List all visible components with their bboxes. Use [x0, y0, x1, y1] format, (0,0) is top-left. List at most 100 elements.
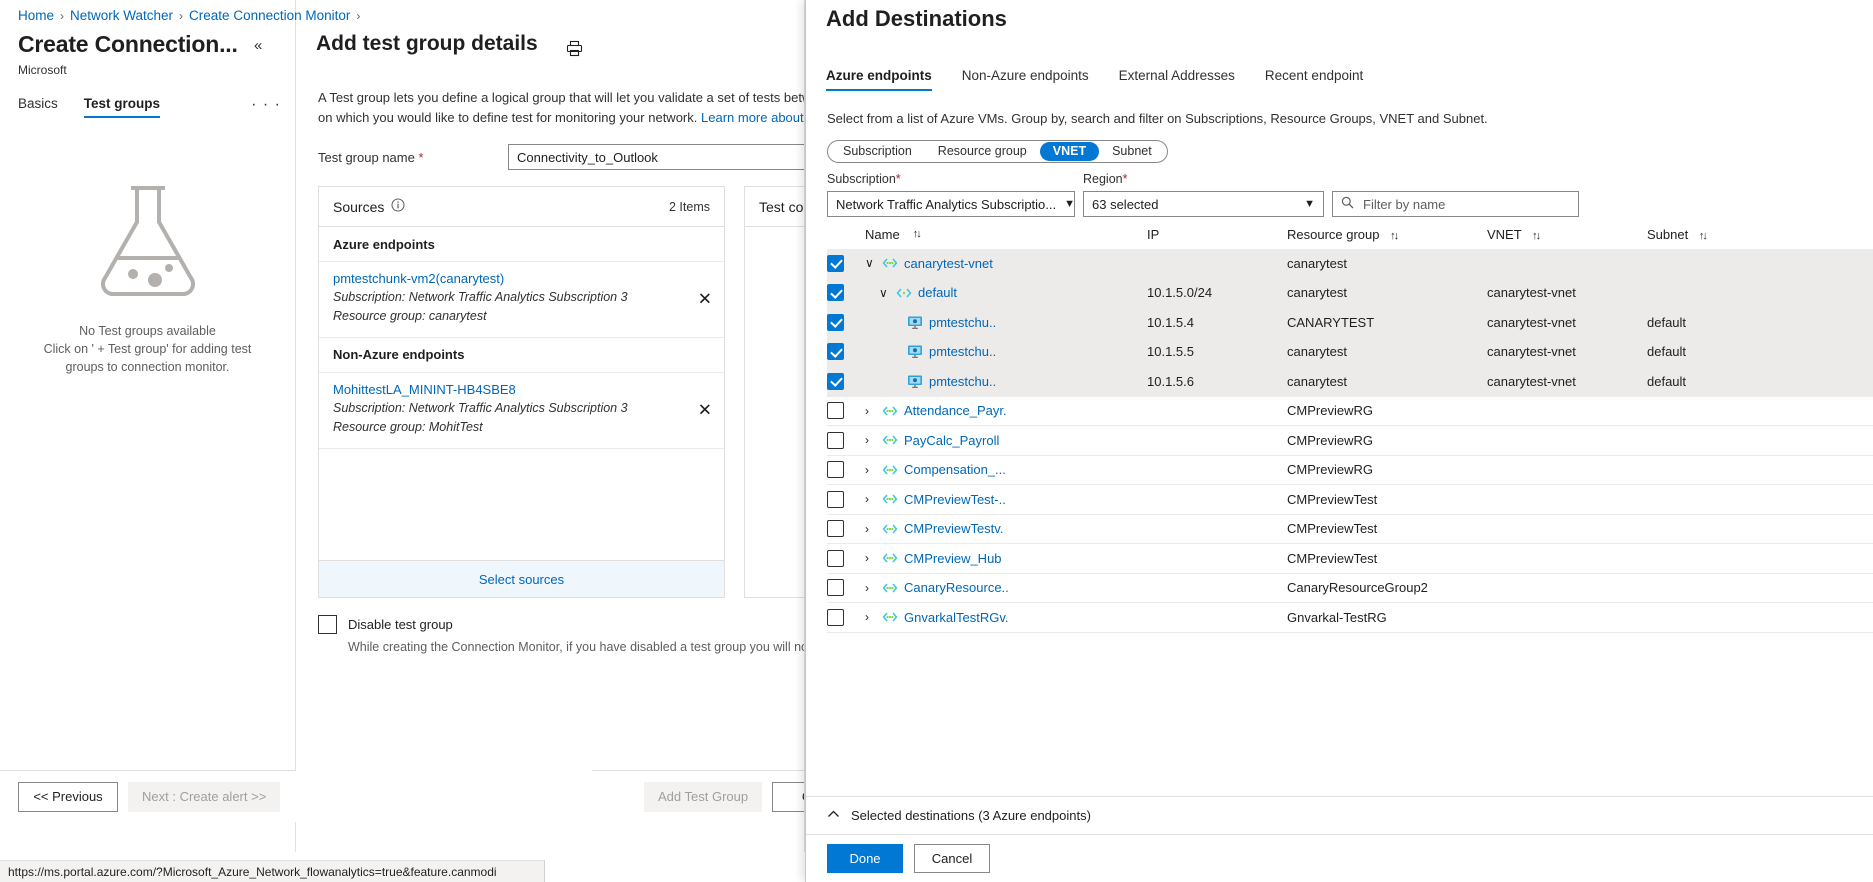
pivot-subnet[interactable]: Subnet [1099, 142, 1165, 161]
row-name-link[interactable]: default [918, 285, 957, 300]
table-row[interactable]: ›Attendance_Payr.CMPreviewRG [827, 397, 1873, 427]
chevron-right-icon[interactable]: › [865, 610, 876, 624]
grid-header-name[interactable]: Name ↑↓ [865, 227, 1147, 242]
tab-recent-endpoint[interactable]: Recent endpoint [1265, 68, 1363, 91]
row-vnet-cell: canarytest-vnet [1487, 285, 1647, 300]
sort-updown-icon[interactable]: ↑↓ [1532, 230, 1539, 242]
row-name-link[interactable]: CMPreviewTestv. [904, 521, 1003, 536]
filter-by-name-box[interactable] [1332, 191, 1579, 217]
grid-header-vnet[interactable]: VNET ↑↓ [1487, 227, 1647, 242]
pivot-resource-group[interactable]: Resource group [925, 142, 1040, 161]
row-checkbox[interactable] [827, 609, 844, 626]
grid-header-subnet[interactable]: Subnet ↑↓ [1647, 227, 1767, 242]
table-row[interactable]: ›PayCalc_PayrollCMPreviewRG [827, 426, 1873, 456]
row-checkbox[interactable] [827, 373, 844, 390]
search-icon [1341, 196, 1354, 212]
row-vnet-cell: canarytest-vnet [1487, 374, 1647, 389]
required-asterisk: * [896, 172, 901, 186]
previous-button[interactable]: << Previous [18, 782, 118, 812]
row-name-link[interactable]: Compensation_... [904, 462, 1006, 477]
row-name-link[interactable]: pmtestchu.. [929, 315, 996, 330]
select-sources-button[interactable]: Select sources [319, 560, 724, 597]
table-row[interactable]: ›Compensation_...CMPreviewRG [827, 456, 1873, 486]
row-name-link[interactable]: GnvarkalTestRGv. [904, 610, 1009, 625]
test-group-name-input[interactable] [508, 144, 805, 170]
row-checkbox[interactable] [827, 284, 844, 301]
sort-updown-icon[interactable]: ↑↓ [1699, 230, 1706, 242]
row-checkbox[interactable] [827, 461, 844, 478]
filter-by-name-input[interactable] [1361, 196, 1570, 213]
row-name-link[interactable]: pmtestchu.. [929, 344, 996, 359]
table-row[interactable]: pmtestchu..10.1.5.6canarytestcanarytest-… [827, 367, 1873, 397]
done-button[interactable]: Done [827, 844, 903, 873]
table-row[interactable]: pmtestchu..10.1.5.4CANARYTESTcanarytest-… [827, 308, 1873, 338]
remove-source-icon[interactable]: ✕ [698, 402, 712, 419]
row-checkbox[interactable] [827, 550, 844, 567]
row-name-link[interactable]: CanaryResource.. [904, 580, 1009, 595]
page-subtitle: Microsoft [18, 63, 67, 77]
chevron-right-icon[interactable]: › [865, 492, 876, 506]
chevron-double-left-icon[interactable]: « [254, 38, 262, 53]
row-name-link[interactable]: CMPreviewTest-.. [904, 492, 1006, 507]
source-endpoint-resource-group: Resource group: canarytest [333, 307, 680, 326]
chevron-down-icon[interactable]: ∨ [879, 286, 890, 300]
row-checkbox[interactable] [827, 491, 844, 508]
row-checkbox[interactable] [827, 579, 844, 596]
remove-source-icon[interactable]: ✕ [698, 291, 712, 308]
cancel-button[interactable]: Cancel [772, 782, 805, 812]
table-row[interactable]: ›CMPreviewTest-..CMPreviewTest [827, 485, 1873, 515]
source-endpoint-name[interactable]: MohittestLA_MININT-HB4SBE8 [333, 382, 680, 397]
breadcrumb-item-network-watcher[interactable]: Network Watcher [70, 8, 173, 23]
row-checkbox[interactable] [827, 343, 844, 360]
source-endpoint-name[interactable]: pmtestchunk-vm2(canarytest) [333, 271, 680, 286]
row-checkbox[interactable] [827, 255, 844, 272]
breadcrumb-item-home[interactable]: Home [18, 8, 54, 23]
grid-header-resource-group[interactable]: Resource group ↑↓ [1287, 227, 1487, 242]
learn-more-link[interactable]: Learn more about tes [701, 110, 805, 125]
table-row[interactable]: ∨default10.1.5.0/24canarytestcanarytest-… [827, 279, 1873, 309]
sort-updown-icon[interactable]: ↑↓ [913, 228, 920, 240]
disable-test-group-checkbox[interactable] [318, 615, 337, 634]
chevron-down-icon[interactable]: ∨ [865, 256, 876, 270]
chevron-right-icon[interactable]: › [865, 404, 876, 418]
panel-cancel-button[interactable]: Cancel [914, 844, 990, 873]
subscription-dropdown[interactable]: Network Traffic Analytics Subscriptio...… [827, 191, 1075, 217]
table-row[interactable]: ›CMPreview_HubCMPreviewTest [827, 544, 1873, 574]
row-name-link[interactable]: Attendance_Payr. [904, 403, 1007, 418]
table-row[interactable]: pmtestchu..10.1.5.5canarytestcanarytest-… [827, 338, 1873, 368]
table-row[interactable]: ›GnvarkalTestRGv.Gnvarkal-TestRG [827, 603, 1873, 633]
vm-icon [907, 374, 923, 389]
row-name-link[interactable]: PayCalc_Payroll [904, 433, 999, 448]
row-name-link[interactable]: pmtestchu.. [929, 374, 996, 389]
row-name-link[interactable]: canarytest-vnet [904, 256, 993, 271]
selected-destinations-bar[interactable]: Selected destinations (3 Azure endpoints… [806, 796, 1873, 834]
chevron-right-icon[interactable]: › [865, 522, 876, 536]
table-row[interactable]: ›CanaryResource..CanaryResourceGroup2 [827, 574, 1873, 604]
row-checkbox[interactable] [827, 314, 844, 331]
info-icon[interactable] [391, 198, 405, 215]
printer-icon[interactable] [566, 40, 583, 60]
empty-state-line-1: No Test groups available [24, 322, 271, 340]
chevron-right-icon[interactable]: › [865, 581, 876, 595]
grid-header-ip[interactable]: IP [1147, 227, 1287, 242]
region-dropdown[interactable]: 63 selected ▼ [1083, 191, 1324, 217]
table-row[interactable]: ›CMPreviewTestv.CMPreviewTest [827, 515, 1873, 545]
tab-basics[interactable]: Basics [18, 96, 58, 118]
sort-updown-icon[interactable]: ↑↓ [1390, 230, 1397, 242]
chevron-right-icon[interactable]: › [865, 551, 876, 565]
chevron-right-icon[interactable]: › [865, 463, 876, 477]
chevron-right-icon[interactable]: › [865, 433, 876, 447]
breadcrumb-item-create-connection-monitor[interactable]: Create Connection Monitor [189, 8, 350, 23]
row-checkbox[interactable] [827, 402, 844, 419]
tab-test-groups[interactable]: Test groups [84, 96, 160, 118]
pivot-subscription[interactable]: Subscription [830, 142, 925, 161]
tab-non-azure-endpoints[interactable]: Non-Azure endpoints [962, 68, 1089, 91]
row-name-link[interactable]: CMPreview_Hub [904, 551, 1002, 566]
row-checkbox[interactable] [827, 520, 844, 537]
pivot-vnet[interactable]: VNET [1040, 142, 1099, 161]
more-tabs-button[interactable]: · · · [251, 96, 281, 118]
tab-azure-endpoints[interactable]: Azure endpoints [826, 68, 932, 91]
table-row[interactable]: ∨canarytest-vnetcanarytest [827, 249, 1873, 279]
tab-external-addresses[interactable]: External Addresses [1119, 68, 1235, 91]
row-checkbox[interactable] [827, 432, 844, 449]
